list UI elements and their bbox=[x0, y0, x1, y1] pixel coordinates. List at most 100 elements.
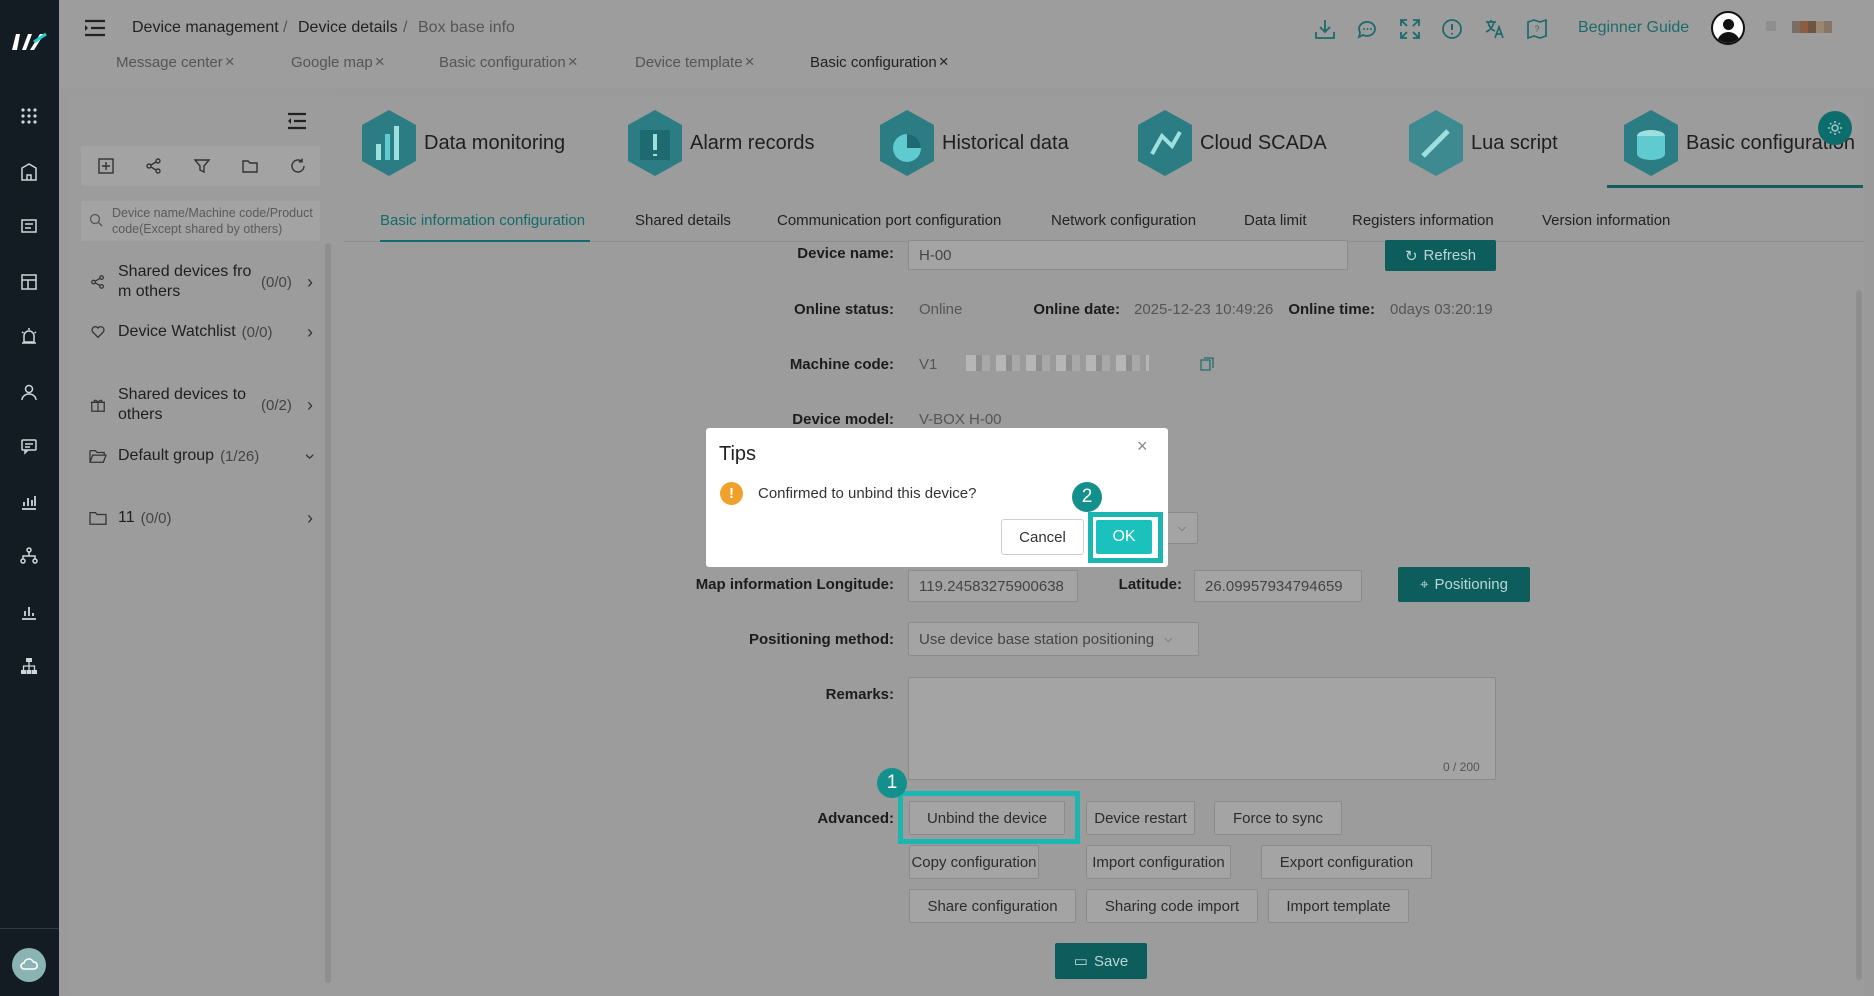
subtab-registers-information[interactable]: Registers information bbox=[1352, 212, 1494, 229]
chat-icon[interactable] bbox=[1354, 16, 1380, 42]
device-list-icon[interactable] bbox=[15, 214, 43, 238]
user-icon[interactable] bbox=[15, 380, 43, 404]
subtab-data-limit[interactable]: Data limit bbox=[1244, 212, 1307, 229]
tree-item-shared-from-others[interactable]: Shared devices fro m others (0/0) › bbox=[88, 262, 313, 302]
sharing-code-import-button[interactable]: Sharing code import bbox=[1086, 889, 1258, 923]
subtab-version-information[interactable]: Version information bbox=[1542, 212, 1670, 229]
positioning-button[interactable]: ⌖ Positioning bbox=[1398, 567, 1530, 602]
statistics-icon[interactable] bbox=[15, 600, 43, 624]
tab-device-template[interactable]: Device template × bbox=[635, 52, 755, 72]
tree-item-default-group[interactable]: Default group (1/26) › bbox=[88, 444, 321, 468]
close-icon[interactable]: × bbox=[225, 52, 235, 72]
dialog-title: Tips bbox=[719, 443, 757, 465]
settings-gear-icon[interactable] bbox=[1818, 111, 1852, 145]
longitude-input[interactable]: 119.24583275900638 bbox=[908, 570, 1078, 602]
alarm-records-icon bbox=[622, 106, 688, 180]
tree-item-group-11[interactable]: 11 (0/0) › bbox=[88, 506, 313, 530]
beginner-guide-link[interactable]: Beginner Guide bbox=[1578, 19, 1689, 37]
network-icon[interactable] bbox=[15, 544, 43, 568]
fullscreen-icon[interactable] bbox=[1397, 16, 1423, 42]
tab-basic-configuration[interactable]: Basic configuration × bbox=[439, 52, 578, 72]
force-sync-button[interactable]: Force to sync bbox=[1214, 801, 1342, 835]
tab-google-map[interactable]: Google map × bbox=[291, 52, 385, 72]
collapse-panel-icon[interactable] bbox=[286, 112, 308, 130]
refresh-icon[interactable] bbox=[288, 156, 308, 176]
ok-button[interactable]: OK bbox=[1096, 520, 1152, 554]
import-configuration-button[interactable]: Import configuration bbox=[1086, 845, 1231, 879]
export-configuration-button[interactable]: Export configuration bbox=[1261, 845, 1432, 879]
refresh-button[interactable]: ↻ Refresh bbox=[1385, 240, 1496, 271]
longitude-label: Map information Longitude: bbox=[695, 576, 894, 593]
import-template-button[interactable]: Import template bbox=[1268, 889, 1409, 923]
breadcrumb-item-device-details[interactable]: Device details bbox=[298, 19, 398, 37]
machine-code-blurred bbox=[966, 355, 1149, 371]
translate-icon[interactable] bbox=[1482, 16, 1508, 42]
share-icon[interactable] bbox=[144, 156, 164, 176]
module-cloud-scada[interactable]: Cloud SCADA bbox=[1132, 103, 1327, 183]
tree-item-count: (1/26) bbox=[220, 447, 260, 465]
close-icon[interactable]: × bbox=[375, 52, 385, 72]
chevron-right-icon[interactable]: › bbox=[307, 272, 313, 293]
info-icon[interactable] bbox=[1439, 16, 1465, 42]
hidden-select[interactable]: ⌵ bbox=[1166, 512, 1198, 544]
copy-configuration-button[interactable]: Copy configuration bbox=[909, 845, 1039, 879]
message-icon[interactable] bbox=[15, 434, 43, 458]
avatar[interactable] bbox=[1711, 11, 1745, 45]
building-icon[interactable] bbox=[15, 160, 43, 184]
username-blurred[interactable] bbox=[1792, 21, 1832, 33]
copy-icon[interactable] bbox=[1200, 357, 1214, 371]
module-data-monitoring[interactable]: Data monitoring bbox=[356, 103, 565, 183]
close-icon[interactable]: × bbox=[939, 52, 949, 72]
filter-icon[interactable] bbox=[192, 156, 212, 176]
remarks-textarea[interactable] bbox=[908, 677, 1496, 780]
location-icon: ⌖ bbox=[1420, 576, 1429, 593]
close-icon[interactable]: × bbox=[745, 52, 755, 72]
close-icon[interactable]: × bbox=[1137, 436, 1148, 457]
cancel-button[interactable]: Cancel bbox=[1001, 519, 1084, 555]
chevron-right-icon[interactable]: › bbox=[307, 322, 313, 343]
download-icon[interactable] bbox=[1312, 16, 1338, 42]
basic-configuration-icon bbox=[1618, 106, 1684, 180]
add-icon[interactable] bbox=[96, 156, 116, 176]
chevron-down-icon[interactable]: › bbox=[300, 453, 321, 459]
latitude-input[interactable]: 26.09957934794659 bbox=[1194, 570, 1362, 602]
tree-item-label: Shared devices to others bbox=[118, 386, 247, 423]
advanced-label: Advanced: bbox=[817, 810, 894, 827]
apps-grid-icon[interactable] bbox=[15, 104, 43, 128]
module-basic-configuration[interactable]: Basic configuration bbox=[1618, 103, 1855, 183]
alarm-icon[interactable] bbox=[15, 324, 43, 348]
chevron-right-icon[interactable]: › bbox=[307, 508, 313, 529]
chevron-right-icon[interactable]: › bbox=[307, 395, 313, 416]
close-icon[interactable]: × bbox=[568, 52, 578, 72]
share-configuration-button[interactable]: Share configuration bbox=[909, 889, 1076, 923]
right-scrollbar[interactable] bbox=[1856, 290, 1862, 980]
subtab-basic-information[interactable]: Basic information configuration bbox=[380, 212, 585, 229]
tab-basic-configuration-active[interactable]: Basic configuration × bbox=[810, 52, 949, 72]
subtab-network-configuration[interactable]: Network configuration bbox=[1051, 212, 1196, 229]
dashboard-icon[interactable] bbox=[15, 270, 43, 294]
guide-book-icon[interactable]: ? bbox=[1524, 16, 1550, 42]
tree-item-watchlist[interactable]: Device Watchlist (0/0) › bbox=[88, 320, 313, 344]
subtab-communication-port[interactable]: Communication port configuration bbox=[777, 212, 1001, 229]
device-name-input[interactable]: H-00 bbox=[908, 240, 1348, 270]
tab-message-center[interactable]: Message center × bbox=[116, 52, 235, 72]
step-badge-1: 1 bbox=[877, 768, 907, 798]
tree-item-shared-to-others[interactable]: Shared devices to others (0/2) › bbox=[88, 385, 313, 425]
gift-icon bbox=[88, 395, 108, 415]
left-scrollbar[interactable] bbox=[325, 243, 331, 983]
positioning-method-select[interactable]: Use device base station positioning ⌵ bbox=[908, 622, 1199, 656]
folder-icon[interactable] bbox=[240, 156, 260, 176]
folder-open-icon bbox=[88, 446, 108, 466]
highlight-box-unbind bbox=[898, 791, 1080, 844]
org-chart-icon[interactable] bbox=[15, 654, 43, 678]
device-restart-button[interactable]: Device restart bbox=[1086, 801, 1195, 835]
save-button[interactable]: ▭ Save bbox=[1055, 943, 1147, 979]
breadcrumb-item-device-management[interactable]: Device management bbox=[132, 19, 279, 37]
module-historical-data[interactable]: Historical data bbox=[874, 103, 1069, 183]
chart-icon[interactable] bbox=[15, 490, 43, 514]
subtab-shared-details[interactable]: Shared details bbox=[635, 212, 731, 229]
module-lua-script[interactable]: Lua script bbox=[1403, 103, 1558, 183]
cloud-icon[interactable] bbox=[12, 948, 46, 982]
menu-fold-icon[interactable] bbox=[84, 18, 106, 38]
module-alarm-records[interactable]: Alarm records bbox=[622, 103, 814, 183]
